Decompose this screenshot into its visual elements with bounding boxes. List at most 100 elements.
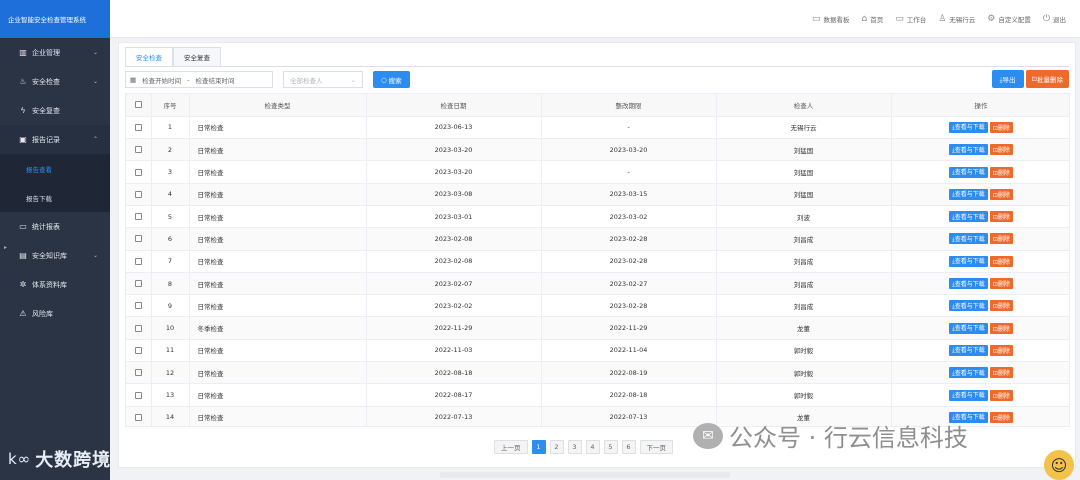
view-download-button[interactable]: ⤓查看与下载 — [949, 211, 988, 223]
sidebar-item[interactable]: ♨ 安全检查 ⌄ — [0, 67, 110, 96]
row-checkbox-cell[interactable] — [126, 383, 152, 407]
row-checkbox-cell[interactable] — [126, 183, 152, 206]
checkbox-icon[interactable] — [134, 413, 142, 421]
row-checkbox-cell[interactable] — [126, 406, 152, 426]
checkbox-icon[interactable] — [134, 302, 142, 310]
row-checkbox-cell[interactable] — [126, 227, 152, 251]
row-checkbox-cell[interactable] — [126, 316, 152, 340]
delete-button[interactable]: ⊡删除 — [989, 322, 1013, 334]
sidebar-item[interactable]: ϟ 安全复查 — [0, 96, 110, 125]
checkbox-icon[interactable] — [134, 235, 142, 243]
delete-button[interactable]: ⊡删除 — [989, 166, 1013, 178]
sidebar-item[interactable]: ⚠ 风险库 — [0, 299, 110, 328]
delete-button[interactable]: ⊡删除 — [989, 367, 1013, 379]
export-button[interactable]: ⤓导出 — [991, 70, 1024, 88]
row-checkbox-cell[interactable] — [126, 138, 152, 162]
checkbox-icon[interactable] — [134, 123, 142, 131]
view-download-button[interactable]: ⤓查看与下载 — [949, 344, 988, 356]
search-button[interactable]: ○ 搜索 — [373, 71, 410, 88]
sidebar-item[interactable]: ▤ 安全知识库 ⌄ — [0, 241, 110, 270]
delete-button[interactable]: ⊡删除 — [989, 144, 1013, 156]
page-button[interactable]: 4 — [585, 440, 600, 454]
checkbox-icon[interactable] — [134, 324, 142, 332]
cell-inspector: 刘猛国 — [716, 160, 892, 184]
row-checkbox-cell[interactable] — [126, 250, 152, 273]
table-row: 2 日常检查 2023-03-20 2023-03-20 刘猛国 ⤓查看与下载 ⊡删除 — [126, 138, 1069, 162]
page-button[interactable]: 3 — [567, 440, 582, 454]
row-checkbox-cell[interactable] — [126, 272, 152, 296]
cell-type: 日常检查 — [189, 116, 367, 140]
row-checkbox-cell[interactable] — [126, 116, 152, 140]
tab-safety-inspection[interactable]: 安全检查 — [125, 47, 173, 66]
sidebar-item[interactable]: ✲ 体系资料库 — [0, 270, 110, 299]
header-item[interactable]: ▭ 工作台 — [895, 14, 926, 24]
checkbox-icon[interactable] — [134, 213, 142, 221]
checkbox-icon[interactable] — [134, 168, 142, 176]
view-download-button[interactable]: ⤓查看与下载 — [949, 300, 988, 312]
avatar[interactable]: ☺ — [1044, 450, 1074, 480]
sidebar-subitem[interactable]: 报告下载 — [0, 183, 110, 212]
delete-button[interactable]: ⊡删除 — [989, 211, 1013, 223]
sidebar-item[interactable]: ▣ 报告记录 ⌃ — [0, 125, 110, 154]
row-checkbox-cell[interactable] — [126, 294, 152, 318]
end-date-input[interactable]: 检查结束时间 — [196, 75, 235, 85]
view-download-button[interactable]: ⤓查看与下载 — [949, 188, 988, 200]
page-button[interactable]: 5 — [603, 440, 618, 454]
page-button[interactable]: 1 — [531, 440, 546, 454]
bulk-delete-button[interactable]: ⊡ 批量删除 — [1025, 70, 1069, 88]
header-item[interactable]: ♙ 无锡行云 — [938, 14, 975, 24]
delete-button[interactable]: ⊡删除 — [989, 344, 1013, 356]
sidebar-item[interactable]: ▭ 统计报表 — [0, 212, 110, 241]
delete-button[interactable]: ⊡删除 — [989, 233, 1013, 245]
view-download-button[interactable]: ⤓查看与下载 — [949, 322, 988, 334]
header-item[interactable]: ⌂ 首页 — [861, 14, 883, 24]
header-item[interactable]: ⏻ 退出 — [1043, 14, 1066, 24]
select-all-checkbox[interactable] — [126, 94, 152, 117]
view-download-button[interactable]: ⤓查看与下载 — [949, 233, 988, 245]
date-range-picker[interactable]: ▦ 检查开始时间 - 检查结束时间 — [125, 71, 273, 88]
checkbox-icon[interactable] — [134, 391, 142, 399]
sidebar-item[interactable]: ▥ 企业管理 ⌄ — [0, 38, 110, 67]
collapse-handle-icon[interactable]: ▸ — [4, 244, 7, 251]
view-download-button[interactable]: ⤓查看与下载 — [949, 166, 988, 178]
page-button[interactable]: 2 — [549, 440, 564, 454]
sidebar-subitem[interactable]: 报告查看 — [0, 154, 110, 183]
view-download-button[interactable]: ⤓查看与下载 — [949, 389, 988, 401]
start-date-input[interactable]: 检查开始时间 — [142, 75, 181, 85]
delete-button[interactable]: ⊡删除 — [989, 255, 1013, 267]
prev-page-button[interactable]: 上一页 — [494, 440, 528, 454]
checkbox-icon[interactable] — [134, 190, 142, 198]
next-page-button[interactable]: 下一页 — [639, 440, 673, 454]
delete-button[interactable]: ⊡删除 — [989, 188, 1013, 200]
view-download-button[interactable]: ⤓查看与下载 — [949, 367, 988, 379]
page-button[interactable]: 6 — [621, 440, 636, 454]
delete-button[interactable]: ⊡删除 — [989, 300, 1013, 312]
header-item[interactable]: ⚙ 自定义配置 — [987, 14, 1031, 24]
cell-deadline: 2022-08-19 — [541, 361, 717, 385]
view-download-button[interactable]: ⤓查看与下载 — [949, 278, 988, 290]
home-icon: ⌂ — [861, 14, 868, 24]
row-checkbox-cell[interactable] — [126, 160, 152, 184]
checkbox-icon[interactable] — [134, 346, 142, 354]
delete-button[interactable]: ⊡删除 — [989, 121, 1013, 133]
delete-button[interactable]: ⊡删除 — [989, 411, 1013, 423]
row-checkbox-cell[interactable] — [126, 205, 152, 229]
view-download-button[interactable]: ⤓查看与下载 — [949, 144, 988, 156]
inspector-select[interactable]: 全部检查人 ⌄ — [283, 71, 363, 88]
header-item[interactable]: ▭ 数据看板 — [812, 14, 850, 24]
checkbox-icon[interactable] — [134, 257, 142, 265]
view-download-button[interactable]: ⤓查看与下载 — [949, 121, 988, 133]
cell-date: 2022-08-17 — [366, 383, 542, 407]
cell-date: 2023-03-08 — [366, 183, 542, 206]
checkbox-icon[interactable] — [134, 280, 142, 288]
checkbox-icon[interactable] — [134, 369, 142, 377]
checkbox-icon[interactable] — [134, 146, 142, 154]
tab-safety-recheck[interactable]: 安全复查 — [173, 47, 221, 66]
delete-button[interactable]: ⊡删除 — [989, 389, 1013, 401]
row-checkbox-cell[interactable] — [126, 361, 152, 385]
row-checkbox-cell[interactable] — [126, 339, 152, 363]
pagination: 上一页 1 2 3 4 5 6 下一页 — [494, 440, 673, 454]
view-download-button[interactable]: ⤓查看与下载 — [949, 255, 988, 267]
app-title: 企业智能安全检查管理系统 — [0, 0, 110, 38]
delete-button[interactable]: ⊡删除 — [989, 278, 1013, 290]
